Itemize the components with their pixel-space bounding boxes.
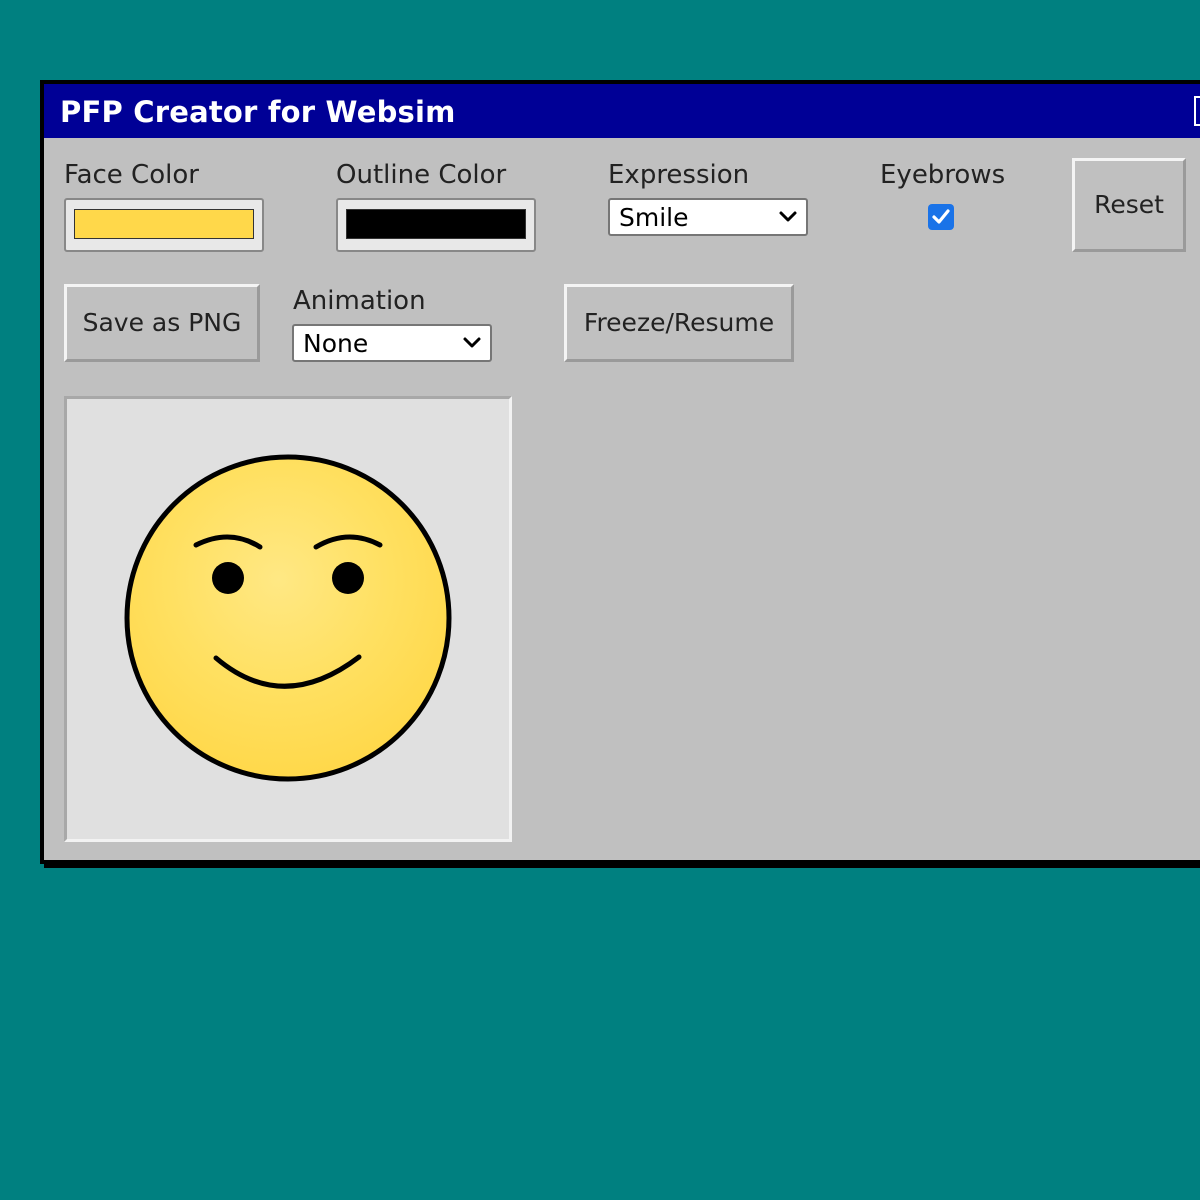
eyebrows-label: Eyebrows: [880, 160, 1006, 190]
expression-label: Expression: [608, 160, 750, 190]
chevron-down-icon: [779, 211, 797, 222]
animation-select[interactable]: None: [292, 324, 492, 362]
face-circle: [124, 454, 452, 782]
smiley-face-avatar: [124, 454, 452, 782]
outline-color-swatch: [346, 209, 526, 239]
outline-color-picker[interactable]: [336, 198, 536, 252]
title-bar[interactable]: PFP Creator for Websim: [44, 84, 1200, 138]
window-title: PFP Creator for Websim: [60, 95, 456, 129]
right-eye: [332, 562, 364, 594]
chevron-down-icon: [463, 337, 481, 348]
animation-selected-value: None: [303, 329, 369, 358]
window-control-button[interactable]: [1194, 96, 1200, 126]
save-png-button[interactable]: Save as PNG: [64, 284, 260, 362]
expression-selected-value: Smile: [619, 203, 689, 232]
outline-color-label: Outline Color: [336, 160, 507, 190]
app-window: PFP Creator for Websim Face Color Outlin…: [40, 80, 1200, 864]
reset-button[interactable]: Reset: [1072, 158, 1186, 252]
expression-select[interactable]: Smile: [608, 198, 808, 236]
animation-label: Animation: [293, 286, 426, 316]
face-color-picker[interactable]: [64, 198, 264, 252]
left-eye: [212, 562, 244, 594]
pfp-canvas[interactable]: [64, 396, 512, 842]
face-color-swatch: [74, 209, 254, 239]
face-color-label: Face Color: [64, 160, 199, 190]
eyebrows-checkbox[interactable]: [928, 204, 954, 230]
freeze-resume-button[interactable]: Freeze/Resume: [564, 284, 794, 362]
checkmark-icon: [932, 209, 950, 224]
